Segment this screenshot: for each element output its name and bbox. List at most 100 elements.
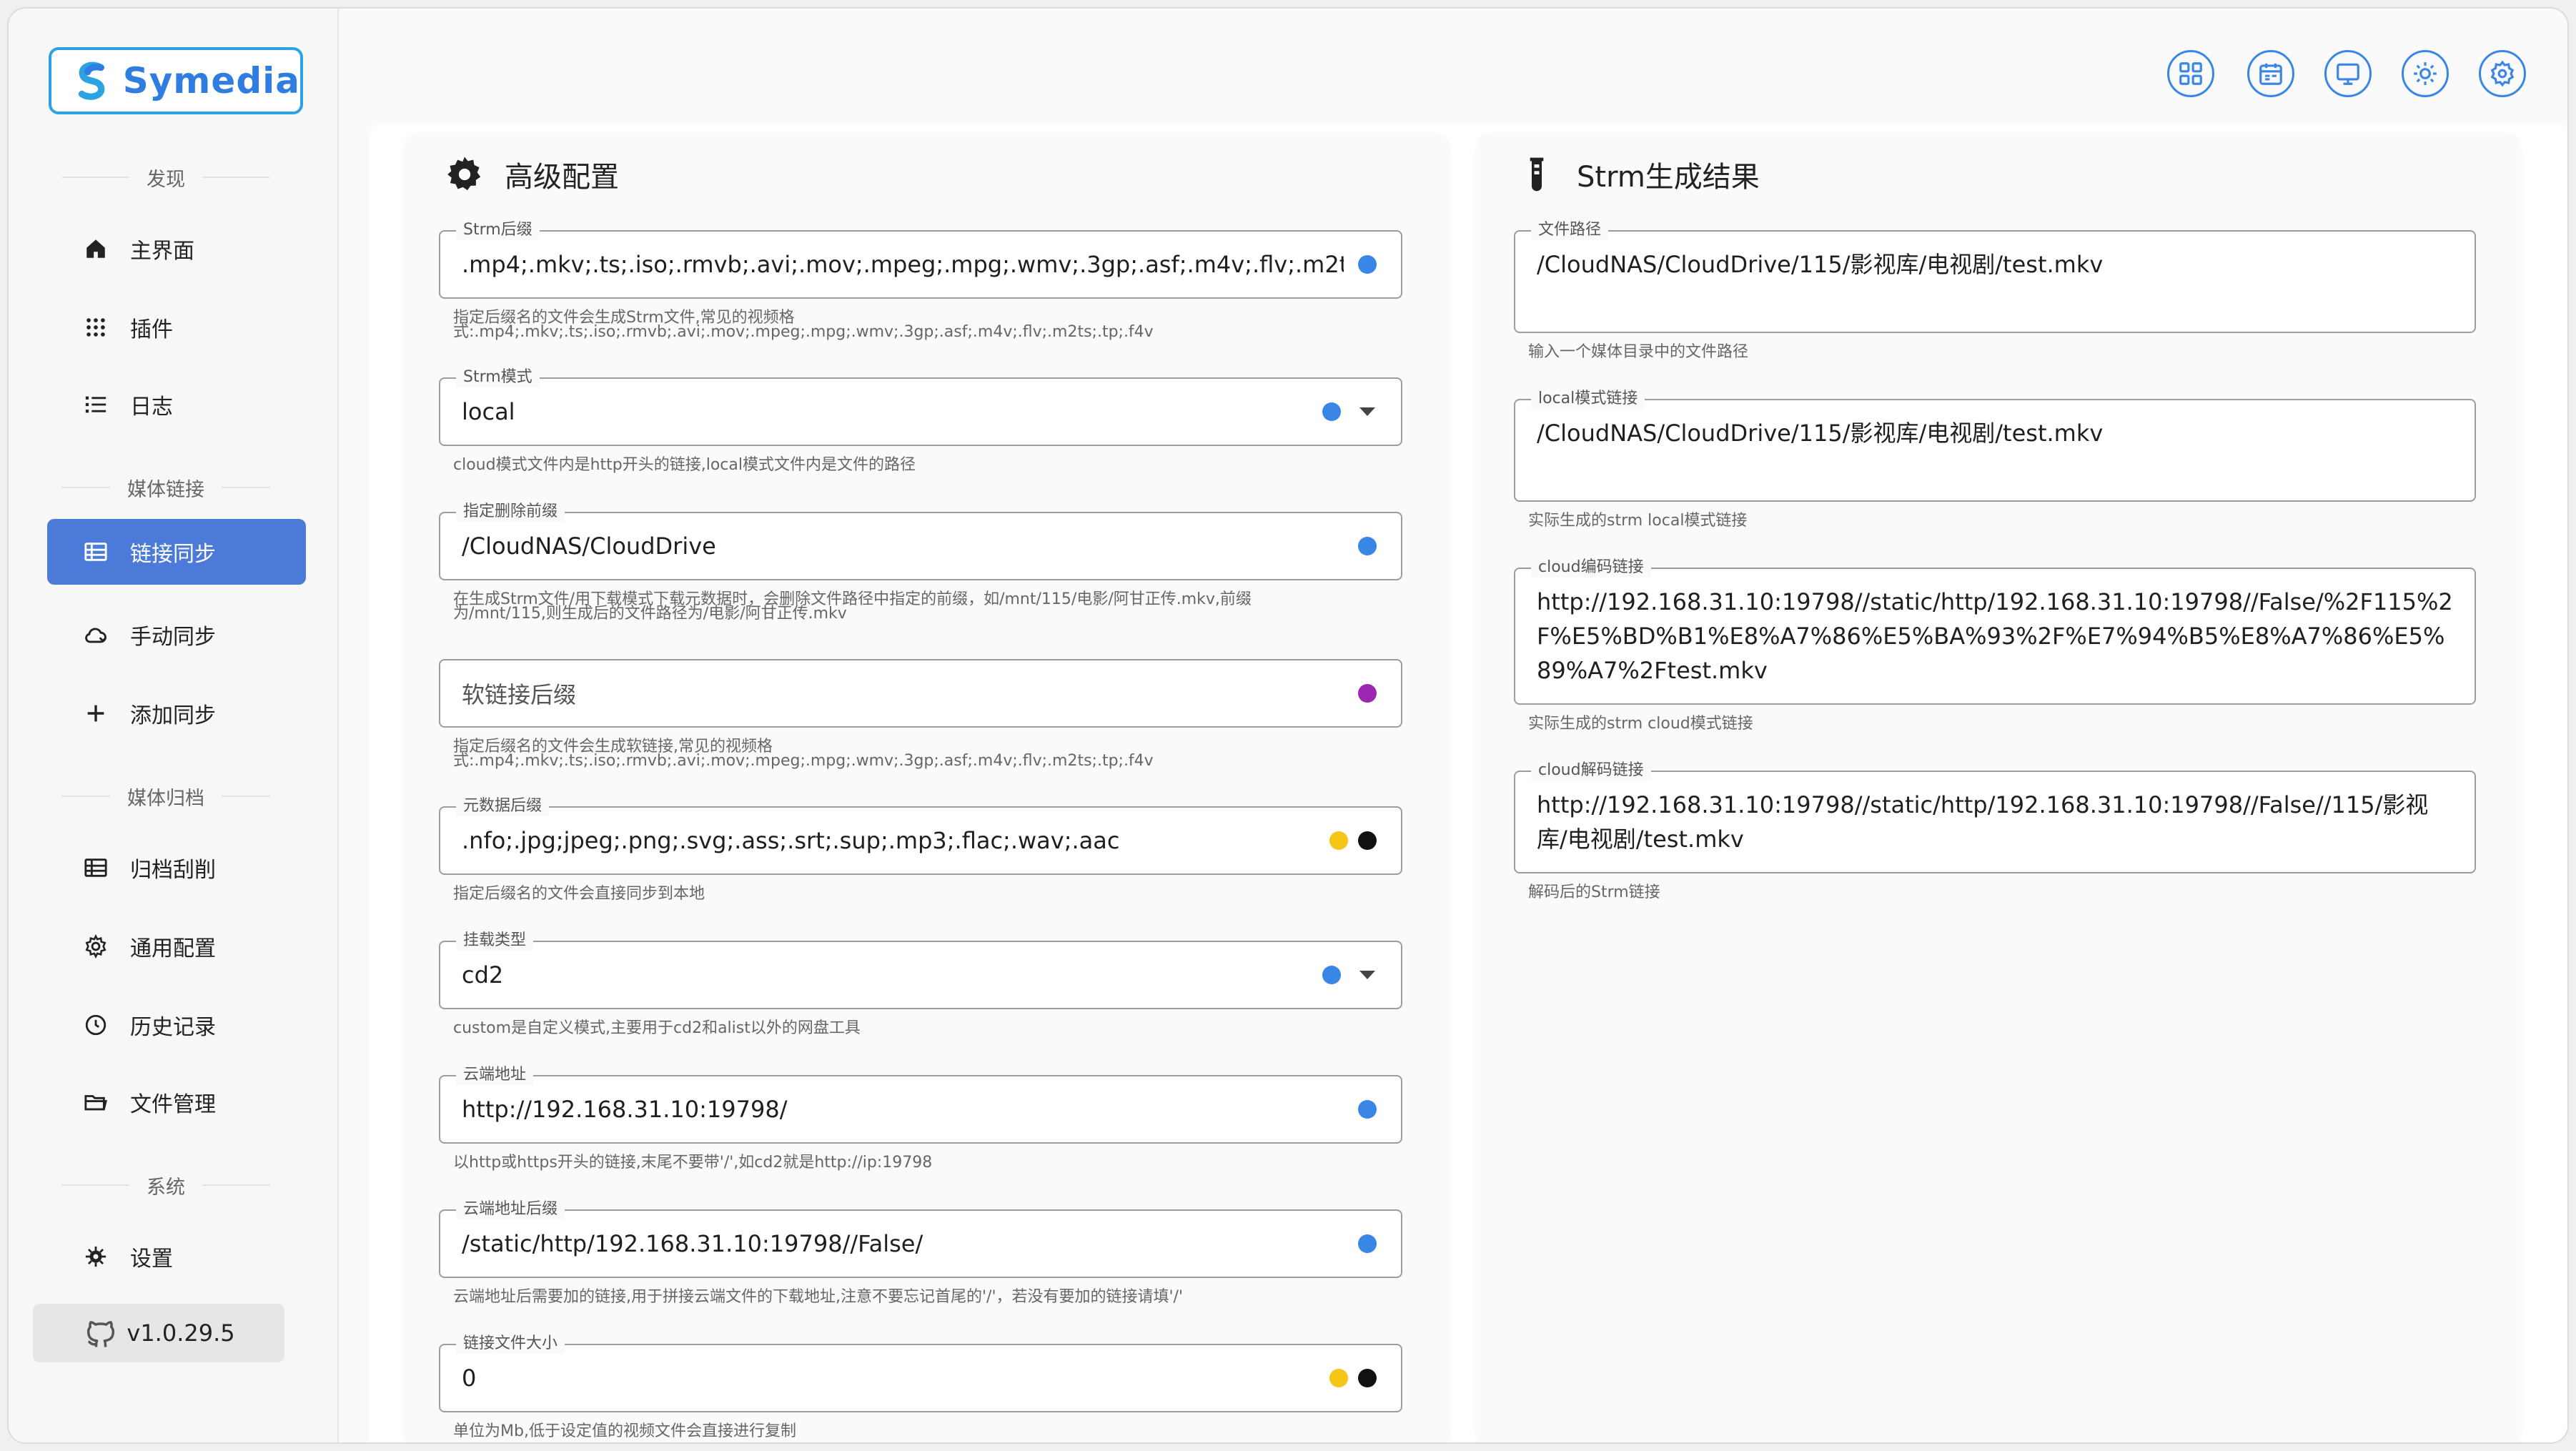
calendar-button[interactable] [2247,50,2294,97]
status-dot [1358,684,1377,703]
status-dot [1358,1100,1377,1119]
strm-mode-select[interactable]: Strm模式 local [439,367,1402,446]
field-label: cloud编码链接 [1531,558,1651,578]
cloud-decoded-link-field[interactable]: cloud解码链接 http://192.168.31.10:19798//st… [1514,761,2476,873]
sidebar-item-history[interactable]: 历史记录 [47,992,306,1058]
gear-icon [447,157,481,191]
sidebar-item-label: 手动同步 [130,625,216,650]
mount-type-select[interactable]: 挂载类型 cd2 [439,931,1402,1009]
file-path-field[interactable]: 文件路径 /CloudNAS/CloudDrive/115/影视库/电视剧/te… [1514,220,2476,333]
field-value: http://192.168.31.10:19798/ [462,1096,788,1123]
status-dot [1329,1369,1348,1387]
sidebar-item-label: 添加同步 [130,703,216,728]
status-dot [1358,831,1377,850]
sidebar-item-manual-sync[interactable]: 手动同步 [47,602,306,668]
strm-mode-hint: cloud模式文件内是http开头的链接,local模式文件内是文件的路径 [453,456,916,474]
version-badge[interactable]: v1.0.29.5 [33,1304,284,1362]
cloud-suffix-field[interactable]: 云端地址后缀 /static/http/192.168.31.10:19798/… [439,1199,1402,1278]
strm-suffix-field[interactable]: Strm后缀 .mp4;.mkv;.ts;.iso;.rmvb;.avi;.mo… [439,220,1402,299]
sidebar-item-file-manager[interactable]: 文件管理 [47,1069,306,1135]
sidebar: Symedia 发现 主界面 插件 日志 媒体链接 链接同步 手动同步 添加同步 [9,9,339,1442]
cloud-encoded-link-field[interactable]: cloud编码链接 http://192.168.31.10:19798//st… [1514,558,2476,705]
field-label: cloud解码链接 [1531,761,1651,781]
sidebar-item-label: 日志 [130,395,173,420]
strm-suffix-hint: 指定后缀名的文件会生成Strm文件,常见的视频格 式:.mp4;.mkv;.ts… [453,309,1154,341]
status-dot [1358,1369,1377,1387]
section-media-archive: 媒体归档 [44,782,287,811]
sidebar-item-settings[interactable]: 设置 [47,1224,306,1289]
chevron-down-icon[interactable] [1359,407,1375,416]
cloud-sync-icon [81,620,110,649]
status-dot [1329,831,1348,850]
field-value: http://192.168.31.10:19798//static/http/… [1537,791,2429,853]
folder-icon [81,1088,110,1116]
sidebar-item-label: 插件 [130,317,173,342]
metadata-suffix-hint: 指定后缀名的文件会直接同步到本地 [453,885,705,903]
field-value: /CloudNAS/CloudDrive/115/影视库/电视剧/test.mk… [1537,251,2104,278]
sidebar-item-home[interactable]: 主界面 [47,216,306,282]
sidebar-item-label: 归档刮削 [130,858,216,883]
strm-result-card: Strm生成结果 文件路径 /CloudNAS/CloudDrive/115/影… [1477,133,2520,1442]
settings-icon [2490,60,2515,87]
sidebar-item-label: 链接同步 [130,542,216,567]
grid-icon [81,313,110,342]
field-value: /CloudNAS/CloudDrive/115/影视库/电视剧/test.mk… [1537,420,2104,447]
sidebar-item-plugins[interactable]: 插件 [47,294,306,360]
sidebar-item-link-sync[interactable]: 链接同步 [47,519,306,585]
apps-button[interactable] [2167,50,2214,97]
field-value: cd2 [462,961,504,989]
delete-prefix-field[interactable]: 指定删除前缀 /CloudNAS/CloudDrive [439,502,1402,580]
sidebar-item-general-config[interactable]: 通用配置 [47,913,306,979]
field-placeholder: 软链接后缀 [462,681,577,708]
status-dot [1358,537,1377,555]
cloud-address-hint: 以http或https开头的链接,末尾不要带'/',如cd2就是http://i… [453,1154,933,1172]
plus-icon [81,699,110,728]
metadata-suffix-field[interactable]: 元数据后缀 .nfo;.jpg;jpeg;.png;.svg;.ass;.srt… [439,796,1402,875]
settings-button[interactable] [2479,50,2526,97]
test-tube-icon [1530,157,1544,192]
link-file-size-field[interactable]: 链接文件大小 0 [439,1334,1402,1412]
sidebar-item-label: 通用配置 [130,936,216,961]
sidebar-item-add-sync[interactable]: 添加同步 [47,680,306,746]
field-label: local模式链接 [1531,389,1645,409]
status-dot [1358,255,1377,274]
calendar-icon [2259,63,2282,85]
sidebar-item-label: 设置 [130,1247,173,1272]
symlink-suffix-field[interactable]: 软链接后缀 [439,659,1402,728]
logo-icon [78,61,105,100]
delete-prefix-hint: 在生成Strm文件/用下载模式下载元数据时，会删除文件路径中指定的前缀，如/mn… [453,590,1252,623]
advanced-config-card: 高级配置 Strm后缀 .mp4;.mkv;.ts;.iso;.rmvb;.av… [405,133,1450,1442]
field-value: http://192.168.31.10:19798//static/http/… [1537,588,2453,684]
sidebar-item-label: 历史记录 [130,1015,216,1040]
table-icon [81,853,110,882]
cloud-suffix-hint: 云端地址后需要加的链接,用于拼接云端文件的下载地址,注意不要忘记首尾的'/'，若… [453,1288,1184,1306]
sun-icon [2414,62,2437,85]
field-value: /CloudNAS/CloudDrive [462,533,716,560]
sidebar-item-archive-scrape[interactable]: 归档刮削 [47,835,306,901]
settings-icon [81,1242,110,1271]
field-value: /static/http/192.168.31.10:19798//False/ [462,1230,923,1257]
sidebar-item-logs[interactable]: 日志 [47,372,306,437]
sidebar-item-label: 主界面 [130,239,194,264]
section-discover: 发现 [44,163,287,192]
card-title: Strm生成结果 [1517,146,1760,203]
cloud-address-field[interactable]: 云端地址 http://192.168.31.10:19798/ [439,1065,1402,1144]
local-link-field[interactable]: local模式链接 /CloudNAS/CloudDrive/115/影视库/电… [1514,389,2476,502]
symlink-suffix-hint: 指定后缀名的文件会生成软链接,常见的视频格 式:.mp4;.mkv;.ts;.i… [453,738,1154,770]
app-logo[interactable]: Symedia [49,47,303,114]
cloud-decoded-hint: 解码后的Strm链接 [1528,883,1660,901]
section-system: 系统 [44,1171,287,1199]
monitor-button[interactable] [2324,50,2372,97]
app-window: Symedia 发现 主界面 插件 日志 媒体链接 链接同步 手动同步 添加同步 [7,7,2569,1444]
field-value: .nfo;.jpg;jpeg;.png;.svg;.ass;.srt;.sup;… [462,827,1120,854]
theme-button[interactable] [2402,50,2449,97]
monitor-icon [2337,63,2359,85]
status-dot [1322,966,1341,984]
local-link-hint: 实际生成的strm local模式链接 [1528,512,1748,530]
apps-icon [2179,62,2202,85]
list-icon [81,390,110,419]
file-path-hint: 输入一个媒体目录中的文件路径 [1528,343,1749,361]
gear-icon [81,932,110,961]
table-icon [81,538,110,566]
chevron-down-icon[interactable] [1359,971,1375,979]
